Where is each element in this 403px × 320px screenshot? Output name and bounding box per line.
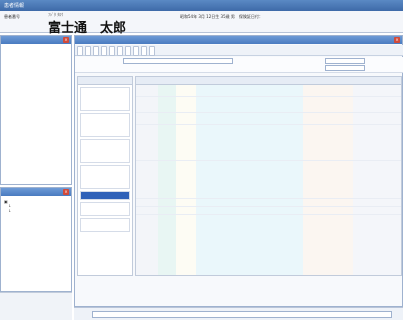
document-card[interactable]: [80, 218, 130, 232]
patient-header: 患者番号 ﾌｼﾞﾀ ﾀﾛｳ 富士通 太郎 昭和54年 3月 12日生 35歳 男…: [0, 11, 403, 36]
table-row[interactable]: [136, 207, 401, 215]
toolbar-button[interactable]: [109, 46, 115, 56]
window-title: 患者情報: [4, 3, 25, 9]
grid-column-band: [158, 85, 176, 275]
toolbar-button[interactable]: [77, 46, 83, 56]
patient-name: 富士通 太郎: [48, 21, 127, 36]
left-pane-tree-title: ×: [1, 188, 71, 196]
toolbar-button[interactable]: [85, 46, 91, 56]
left-pane-summary: ×: [0, 35, 72, 185]
document-card[interactable]: [80, 202, 130, 216]
grid-column-band: [353, 85, 401, 275]
document-card[interactable]: [80, 139, 130, 163]
table-row[interactable]: [136, 189, 401, 199]
left-pane-tree: × ▣ └ └: [0, 187, 72, 292]
document-card-selected[interactable]: [80, 191, 130, 200]
close-icon[interactable]: ×: [394, 37, 400, 43]
record-grid-header: [136, 77, 401, 85]
table-row[interactable]: [136, 101, 401, 113]
record-grid: [135, 76, 402, 276]
grid-column-band: [196, 85, 303, 275]
toolbar-button[interactable]: [149, 46, 155, 56]
toolbar-button[interactable]: [117, 46, 123, 56]
left-pane-summary-title: ×: [1, 36, 71, 44]
filter-select[interactable]: [325, 58, 365, 64]
main-pane-title: ×: [75, 36, 402, 44]
table-row[interactable]: [136, 115, 401, 125]
close-icon[interactable]: ×: [63, 37, 69, 43]
document-list: [77, 76, 133, 276]
grid-column-band: [303, 85, 353, 275]
document-card[interactable]: [80, 87, 130, 111]
filter-select[interactable]: [325, 65, 365, 71]
toolbar-button[interactable]: [101, 46, 107, 56]
toolbar-button[interactable]: [125, 46, 131, 56]
folder-tree: ▣ └ └: [4, 199, 10, 214]
window-title-bar: 患者情報: [0, 0, 403, 11]
document-list-header: [78, 77, 132, 85]
document-card[interactable]: [80, 113, 130, 137]
filter-row: [75, 57, 403, 73]
grid-column-band: [136, 85, 158, 275]
document-card[interactable]: [80, 165, 130, 189]
toolbar-button[interactable]: [133, 46, 139, 56]
grid-column-band: [176, 85, 196, 275]
main-footer: [74, 307, 403, 320]
main-pane: ×: [74, 35, 403, 307]
table-row[interactable]: [136, 87, 401, 97]
main-toolbar: [75, 45, 403, 56]
filter-input[interactable]: [123, 58, 233, 64]
toolbar-button[interactable]: [141, 46, 147, 56]
footer-input[interactable]: [92, 311, 392, 318]
left-pane-footer: [0, 292, 72, 320]
table-row[interactable]: [136, 199, 401, 207]
patient-id-label: 患者番号: [4, 14, 20, 19]
tree-item[interactable]: └: [4, 209, 10, 214]
close-icon[interactable]: ×: [63, 189, 69, 195]
patient-info-line1: 昭和54年 3月 12日生 35歳 男 保険証日付：: [180, 14, 263, 19]
toolbar-button[interactable]: [93, 46, 99, 56]
table-row[interactable]: [136, 149, 401, 161]
